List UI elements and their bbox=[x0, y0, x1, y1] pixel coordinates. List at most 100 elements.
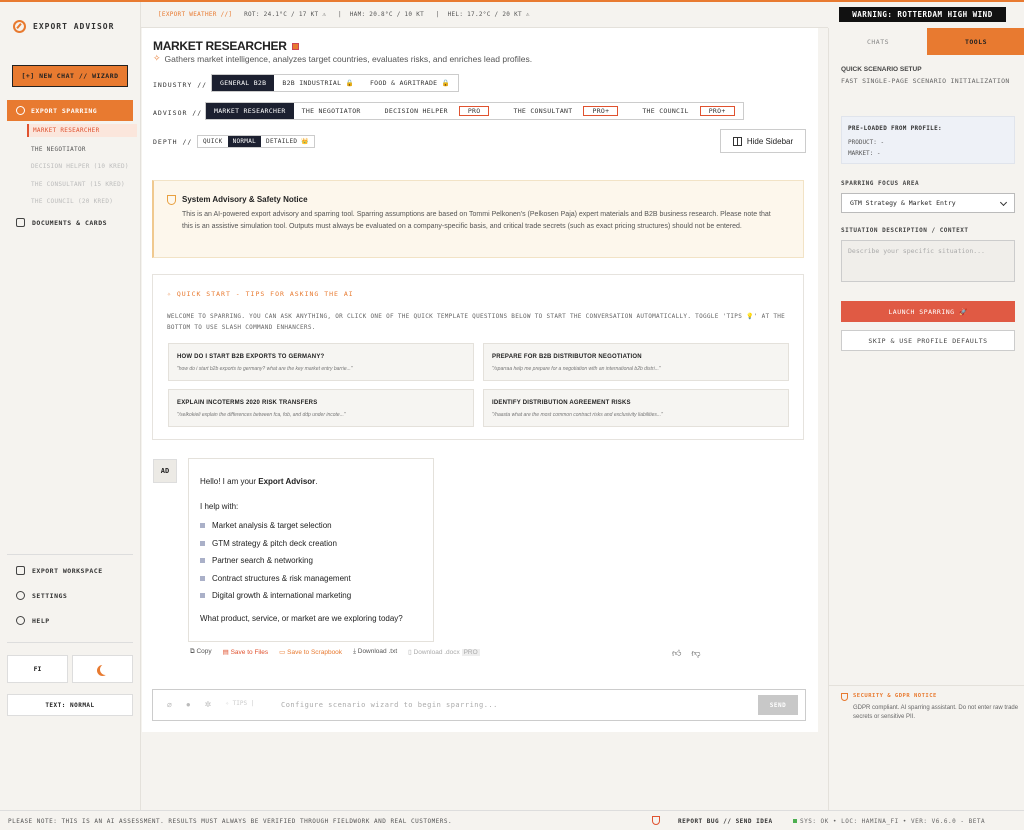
main-panel: MARKET RESEARCHER ✧ Gathers market intel… bbox=[142, 28, 818, 732]
grid-icon bbox=[16, 566, 25, 575]
divider bbox=[829, 685, 1024, 686]
chat-input[interactable]: Configure scenario wizard to begin sparr… bbox=[281, 701, 498, 709]
template-card[interactable]: HOW DO I START B2B EXPORTS TO GERMANY? "… bbox=[168, 343, 474, 381]
thumbs-down-icon[interactable]: 👎︎ bbox=[691, 648, 700, 659]
situation-textarea[interactable]: Describe your specific situation... bbox=[841, 240, 1015, 282]
skip-defaults-button[interactable]: SKIP & USE PROFILE DEFAULTS bbox=[841, 330, 1015, 351]
sub-item-consultant[interactable]: THE CONSULTANT (15 KRED) bbox=[27, 178, 125, 191]
template-card[interactable]: PREPARE FOR B2B DISTRIBUTOR NEGOTIATION … bbox=[483, 343, 789, 381]
settings-icon[interactable]: ✲ bbox=[205, 700, 212, 709]
save-to-files-button[interactable]: ▤ Save to Files bbox=[223, 648, 269, 656]
pro-badge: PRO bbox=[461, 649, 480, 656]
message-greeting: Hello! I am your Export Advisor. bbox=[200, 477, 318, 486]
depth-quick[interactable]: QUICK bbox=[198, 136, 228, 147]
product-value: PRODUCT: - bbox=[848, 139, 885, 146]
export-weather: [EXPORT WEATHER //] ROT: 24.1°C / 17 KT … bbox=[158, 11, 530, 18]
list-item: Market analysis & target selection bbox=[200, 517, 351, 535]
thumbs-up-icon[interactable]: 👍︎ bbox=[672, 648, 681, 659]
divider bbox=[7, 642, 133, 643]
industry-b2b-industrial[interactable]: B2B INDUSTRIAL 🔒 bbox=[274, 75, 362, 91]
weather-rot: ROT: 24.1°C / 17 KT ⚠ bbox=[244, 11, 327, 18]
card-desc: "/sparraa help me prepare for a negotiat… bbox=[492, 366, 661, 372]
nav-settings[interactable]: SETTINGS bbox=[16, 591, 67, 600]
tab-tools[interactable]: TOOLS bbox=[927, 28, 1024, 55]
panel-tabs: CHATS TOOLS bbox=[829, 28, 1024, 55]
action-label: Copy bbox=[196, 648, 212, 655]
top-bar: [EXPORT WEATHER //] ROT: 24.1°C / 17 KT … bbox=[141, 2, 828, 28]
scenario-title: QUICK SCENARIO SETUP bbox=[841, 66, 922, 73]
report-bug-link[interactable]: REPORT BUG // SEND IDEA bbox=[678, 818, 773, 825]
help-icon bbox=[16, 616, 25, 625]
nav-export-sparring[interactable]: EXPORT SPARRING bbox=[7, 100, 133, 121]
hide-sidebar-button[interactable]: Hide Sidebar bbox=[720, 129, 806, 153]
users-icon bbox=[16, 106, 25, 115]
shield-icon bbox=[652, 816, 660, 825]
launch-sparring-button[interactable]: LAUNCH SPARRING 🚀 bbox=[841, 301, 1015, 322]
advisor-council[interactable]: THE COUNCIL PRO+ bbox=[626, 103, 742, 119]
quick-start-panel: ✧ QUICK START - TIPS FOR ASKING THE AI W… bbox=[152, 274, 804, 440]
sub-item-negotiator[interactable]: THE NEGOTIATOR bbox=[27, 143, 86, 156]
industry-general-b2b[interactable]: GENERAL B2B bbox=[212, 75, 275, 91]
market-value: MARKET: - bbox=[848, 150, 881, 157]
sidebar-panel-icon bbox=[732, 136, 742, 146]
advisor-decision-helper[interactable]: DECISION HELPER PRO bbox=[369, 103, 498, 119]
depth-normal[interactable]: NORMAL bbox=[227, 136, 262, 147]
input-tools: ⌀ ● ✲ ✧ TIPS | bbox=[167, 700, 254, 709]
template-card[interactable]: EXPLAIN INCOTERMS 2020 RISK TRANSFERS "/… bbox=[168, 389, 474, 427]
depth-detailed[interactable]: DETAILED 👑 bbox=[261, 136, 314, 147]
advisor-name: Export Advisor bbox=[258, 477, 316, 486]
gear-icon bbox=[16, 591, 25, 600]
send-button[interactable]: SEND bbox=[758, 695, 798, 715]
tips-toggle[interactable]: ✧ TIPS | bbox=[225, 700, 254, 709]
lang-theme-row: FI bbox=[7, 655, 133, 683]
mic-icon[interactable]: ● bbox=[186, 700, 191, 709]
app-logo[interactable]: EXPORT ADVISOR bbox=[13, 20, 114, 33]
quick-start-title: ✧ QUICK START - TIPS FOR ASKING THE AI bbox=[167, 290, 354, 298]
nav-workspace[interactable]: EXPORT WORKSPACE bbox=[16, 566, 103, 575]
advisor-label-text: DECISION HELPER bbox=[384, 107, 448, 115]
sidebar: EXPORT ADVISOR [+] NEW CHAT // WIZARD EX… bbox=[0, 2, 141, 810]
action-label: Download .txt bbox=[357, 648, 398, 655]
advisor-consultant[interactable]: THE CONSULTANT PRO+ bbox=[497, 103, 626, 119]
copy-button[interactable]: ⧉ Copy bbox=[190, 648, 212, 656]
focus-select[interactable]: GTM Strategy & Market Entry bbox=[841, 193, 1015, 213]
theme-toggle[interactable] bbox=[72, 655, 133, 683]
compass-icon bbox=[13, 20, 26, 33]
folder-icon bbox=[16, 218, 25, 227]
new-chat-button[interactable]: [+] NEW CHAT // WIZARD bbox=[12, 65, 128, 87]
nav-documents[interactable]: DOCUMENTS & CARDS bbox=[16, 218, 107, 227]
message-actions: ⧉ Copy ▤ Save to Files ▭ Save to Scrapbo… bbox=[190, 648, 480, 656]
moon-icon bbox=[100, 664, 111, 675]
list-item: Digital growth & international marketing bbox=[200, 587, 351, 605]
notice-body: This is an AI-powered export advisory an… bbox=[182, 211, 771, 230]
language-toggle[interactable]: FI bbox=[7, 655, 68, 683]
greeting-dot: . bbox=[315, 477, 318, 486]
tab-chats[interactable]: CHATS bbox=[829, 28, 927, 55]
situation-label: SITUATION DESCRIPTION / CONTEXT bbox=[841, 227, 969, 234]
text-size-toggle[interactable]: TEXT: NORMAL bbox=[7, 694, 133, 716]
download-docx-button[interactable]: ▯ Download .docx PRO bbox=[408, 648, 480, 656]
industry-food-agritrade[interactable]: FOOD & AGRITRADE 🔒 bbox=[362, 75, 458, 91]
sub-item-council[interactable]: THE COUNCIL (20 KRED) bbox=[27, 195, 113, 208]
depth-selector: QUICK NORMAL DETAILED 👑 bbox=[197, 135, 316, 148]
save-to-scrapbook-button[interactable]: ▭ Save to Scrapbook bbox=[279, 648, 342, 656]
weather-ham: HAM: 20.8°C / 10 KT bbox=[349, 11, 425, 18]
profile-preload-box: PRE-LOADED FROM PROFILE: PRODUCT: - MARK… bbox=[841, 116, 1015, 164]
advisor-market-researcher[interactable]: MARKET RESEARCHER bbox=[206, 103, 294, 119]
download-txt-button[interactable]: ⤓ Download .txt bbox=[353, 648, 397, 656]
sub-item-market-researcher[interactable]: MARKET RESEARCHER bbox=[27, 124, 137, 137]
card-title: HOW DO I START B2B EXPORTS TO GERMANY? bbox=[177, 354, 325, 360]
attach-icon[interactable]: ⌀ bbox=[167, 700, 172, 709]
nav-help[interactable]: HELP bbox=[16, 616, 50, 625]
template-card[interactable]: IDENTIFY DISTRIBUTION AGREEMENT RISKS "/… bbox=[483, 389, 789, 427]
feedback-buttons: 👍︎ 👎︎ bbox=[672, 648, 701, 659]
scenario-desc: FAST SINGLE-PAGE SCENARIO INITIALIZATION bbox=[841, 77, 1010, 85]
advisor-negotiator[interactable]: THE NEGOTIATOR bbox=[294, 103, 369, 119]
sub-item-decision-helper[interactable]: DECISION HELPER (10 KRED) bbox=[27, 160, 129, 173]
list-item: Contract structures & risk management bbox=[200, 570, 351, 588]
quick-start-title-text: QUICK START - TIPS FOR ASKING THE AI bbox=[176, 290, 354, 298]
industry-label: INDUSTRY // bbox=[153, 81, 208, 89]
message-list: Market analysis & target selection GTM s… bbox=[200, 517, 351, 605]
card-desc: "/haasta what are the most common contra… bbox=[492, 412, 663, 418]
page-subtitle: ✧ Gathers market intelligence, analyzes … bbox=[153, 53, 532, 64]
